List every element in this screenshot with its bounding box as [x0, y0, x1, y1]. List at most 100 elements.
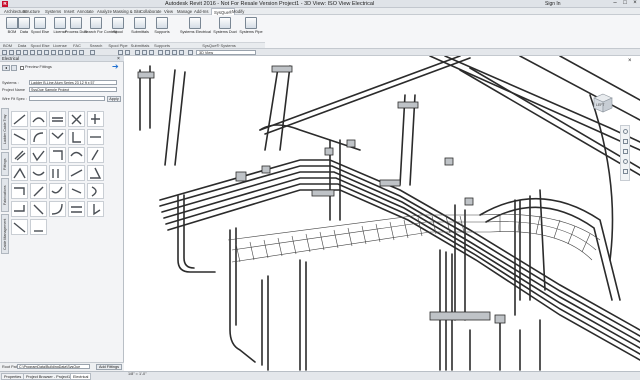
- fitting-thumbnail[interactable]: [87, 147, 104, 163]
- orbit-icon[interactable]: [623, 159, 628, 164]
- tab-fittings[interactable]: Fittings: [1, 152, 9, 176]
- root-path-field[interactable]: C:\ProgramData\BuildingData\SysQue: [17, 364, 90, 369]
- fitting-thumbnail[interactable]: [49, 165, 66, 181]
- phase-icon[interactable]: [179, 50, 184, 55]
- close-icon[interactable]: ×: [630, 0, 640, 7]
- open-icon[interactable]: [2, 50, 7, 55]
- systems-pipe-button[interactable]: Systems Pipe: [238, 16, 264, 40]
- fitting-thumbnail[interactable]: [87, 111, 104, 127]
- fitting-thumbnail[interactable]: [68, 147, 85, 163]
- fitting-thumbnail[interactable]: [11, 219, 28, 235]
- sign-in-link[interactable]: Sign In: [545, 1, 561, 7]
- wire-spec-select[interactable]: [29, 96, 105, 101]
- add-fittings-button[interactable]: Add Fittings: [96, 364, 122, 370]
- fitting-thumbnail[interactable]: [11, 111, 28, 127]
- close-hidden-icon[interactable]: [79, 50, 84, 55]
- fitting-thumbnail[interactable]: [49, 201, 66, 217]
- section-icon[interactable]: [65, 50, 70, 55]
- submittals-button[interactable]: Submittals: [128, 16, 152, 40]
- element-icon[interactable]: [149, 50, 154, 55]
- switch-windows-icon[interactable]: [90, 50, 95, 55]
- tab-structure[interactable]: Structure: [23, 8, 40, 15]
- fitting-thumbnail[interactable]: [11, 183, 28, 199]
- tab-annotate[interactable]: Annotate: [77, 8, 94, 15]
- fitting-thumbnail[interactable]: [11, 165, 28, 181]
- fitting-thumbnail[interactable]: [68, 201, 85, 217]
- tag-icon[interactable]: [44, 50, 49, 55]
- fitting-thumbnail[interactable]: [11, 129, 28, 145]
- back-arrow-icon[interactable]: ◂: [2, 65, 10, 71]
- app-icon[interactable]: R: [2, 1, 8, 7]
- spool-button[interactable]: Spool: [106, 16, 130, 40]
- fitting-thumbnail[interactable]: [49, 129, 66, 145]
- 3d-view-icon[interactable]: [58, 50, 63, 55]
- text-icon[interactable]: [51, 50, 56, 55]
- fitting-thumbnail[interactable]: [87, 165, 104, 181]
- fitting-thumbnail[interactable]: [49, 111, 66, 127]
- save-icon[interactable]: [9, 50, 14, 55]
- pan-icon[interactable]: [623, 149, 628, 154]
- tab-collaborate[interactable]: Collaborate: [140, 8, 161, 15]
- properties-icon[interactable]: [135, 50, 140, 55]
- tab-fabrications[interactable]: Fabrications: [1, 178, 9, 212]
- tab-electrical[interactable]: Electrical: [70, 373, 92, 380]
- type-selector-icon[interactable]: [142, 50, 147, 55]
- systems-select[interactable]: Ladder B-Line Alum Series 23 12 ft x 57: [29, 80, 117, 85]
- tab-massing-site[interactable]: Massing & Site: [113, 8, 141, 15]
- fitting-thumbnail[interactable]: [87, 201, 104, 217]
- fitting-thumbnail[interactable]: [30, 165, 47, 181]
- supports-button[interactable]: Supports: [150, 16, 174, 40]
- project-name-select[interactable]: SysQue Sample Project: [29, 87, 117, 92]
- fitting-thumbnail[interactable]: [30, 183, 47, 199]
- fitting-thumbnail[interactable]: [49, 147, 66, 163]
- tab-systems[interactable]: Systems: [45, 8, 61, 15]
- viewcube[interactable]: LEFT: [592, 92, 614, 114]
- tab-view[interactable]: View: [164, 8, 173, 15]
- tab-add-ins[interactable]: Add-Ins: [194, 8, 208, 15]
- tab-properties[interactable]: Properties: [1, 373, 25, 380]
- 3d-viewport[interactable]: ×: [124, 56, 640, 371]
- tab-manage[interactable]: Manage: [177, 8, 192, 15]
- measure-icon[interactable]: [37, 50, 42, 55]
- filter-icon[interactable]: [125, 50, 130, 55]
- tab-cable-management[interactable]: Cable Management: [1, 214, 9, 254]
- search-content-button[interactable]: Search For Content: [84, 16, 117, 40]
- tab-project-browser[interactable]: Project Browser - Project1: [23, 373, 74, 380]
- fitting-thumbnail[interactable]: [68, 165, 85, 181]
- fitting-thumbnail[interactable]: [30, 147, 47, 163]
- preview-fittings-checkbox[interactable]: [20, 66, 24, 70]
- minimize-icon[interactable]: –: [610, 0, 620, 7]
- systems-duct-button[interactable]: Systems Duct: [212, 16, 238, 40]
- edit-type-icon[interactable]: [158, 50, 163, 55]
- fitting-thumbnail[interactable]: [30, 111, 47, 127]
- zoom-extents-icon[interactable]: [623, 169, 628, 174]
- apply-button[interactable]: Apply: [107, 96, 121, 102]
- fitting-thumbnail[interactable]: [68, 183, 85, 199]
- view-selector[interactable]: 3D View: [196, 50, 256, 55]
- maximize-icon[interactable]: □: [620, 0, 630, 7]
- fitting-thumbnail[interactable]: [68, 111, 85, 127]
- fitting-thumbnail[interactable]: [30, 129, 47, 145]
- zoom-icon[interactable]: [623, 139, 628, 144]
- steering-wheel-icon[interactable]: [623, 129, 628, 134]
- fitting-thumbnail[interactable]: [11, 147, 28, 163]
- graphics-icon[interactable]: [172, 50, 177, 55]
- fitting-thumbnail[interactable]: [87, 183, 104, 199]
- undo-icon[interactable]: [16, 50, 21, 55]
- fitting-thumbnail[interactable]: [49, 183, 66, 199]
- fitting-thumbnail[interactable]: [30, 201, 47, 217]
- fitting-thumbnail[interactable]: [11, 201, 28, 217]
- redo-icon[interactable]: [23, 50, 28, 55]
- tab-insert[interactable]: Insert: [64, 8, 74, 15]
- view-icon[interactable]: [188, 50, 193, 55]
- blue-arrow-icon[interactable]: ➔: [112, 63, 119, 71]
- thin-lines-icon[interactable]: [72, 50, 77, 55]
- fitting-thumbnail[interactable]: [30, 219, 47, 235]
- refresh-icon[interactable]: [11, 65, 17, 71]
- tab-modify[interactable]: Modify: [232, 8, 244, 15]
- print-icon[interactable]: [30, 50, 35, 55]
- view-scale[interactable]: 1/8" = 1'-0": [128, 372, 147, 376]
- tab-analyze[interactable]: Analyze: [97, 8, 112, 15]
- tab-ladder-cable-tray[interactable]: Ladder Cable Tray: [1, 108, 9, 150]
- viewport-close-icon[interactable]: ×: [628, 58, 632, 64]
